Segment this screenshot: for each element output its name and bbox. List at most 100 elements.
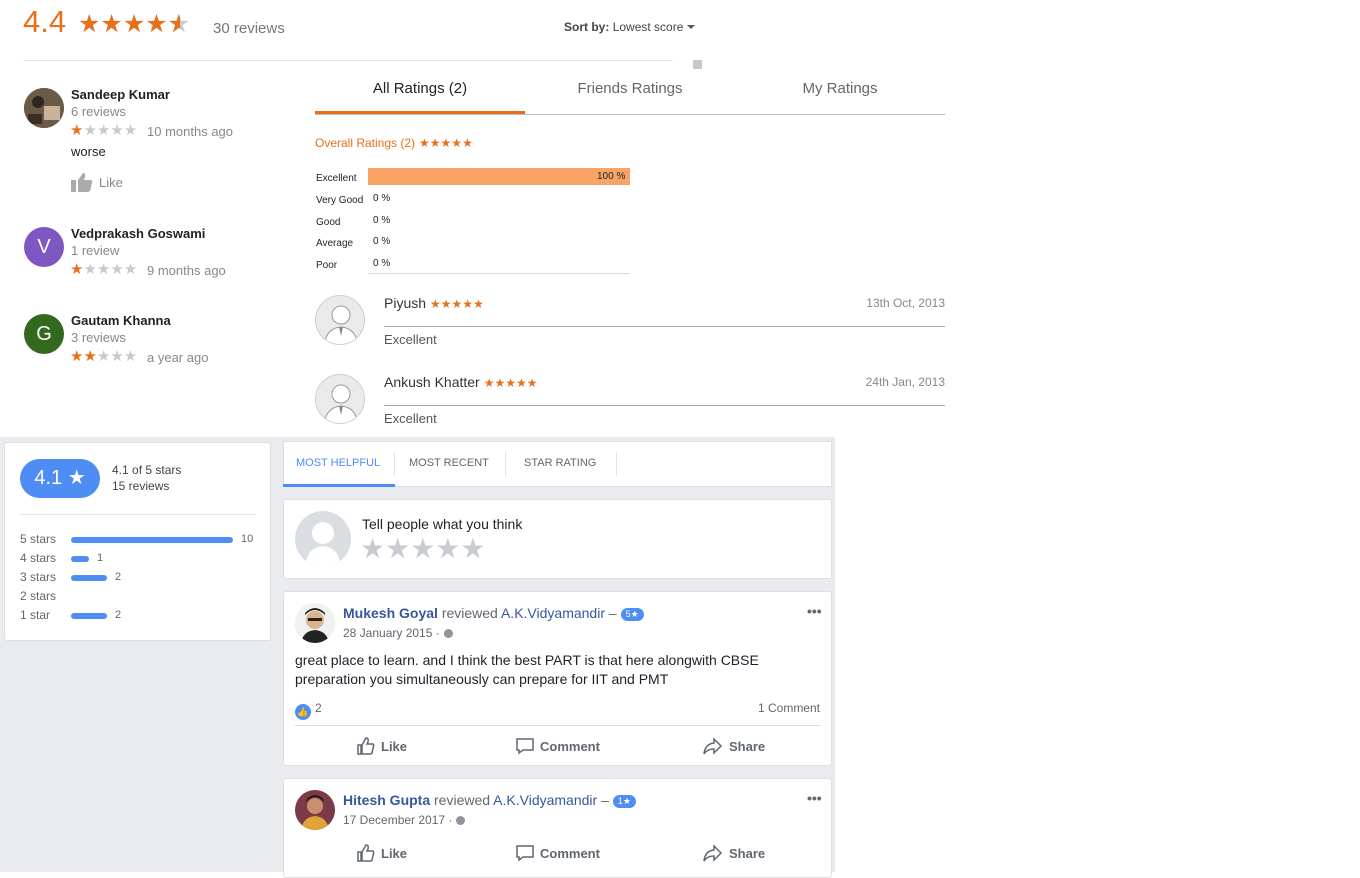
dist-value: 0 % bbox=[373, 193, 391, 204]
post-body: great place to learn. and I think the be… bbox=[295, 652, 759, 687]
more-options-icon[interactable]: ••• bbox=[807, 790, 822, 806]
dist-value: 0 % bbox=[373, 258, 391, 269]
tab-my-ratings[interactable]: My Ratings bbox=[735, 80, 945, 97]
star-row-count: 2 bbox=[115, 609, 122, 621]
dist-value: 0 % bbox=[373, 215, 391, 226]
user-silhouette-icon bbox=[305, 522, 341, 567]
scroll-handle[interactable] bbox=[693, 60, 702, 69]
avatar[interactable] bbox=[315, 295, 365, 345]
share-icon bbox=[703, 844, 723, 862]
poster-name[interactable]: Mukesh Goyal bbox=[343, 605, 438, 621]
review-time: 9 months ago bbox=[147, 263, 226, 278]
reviewer-name[interactable]: Vedprakash Goswami bbox=[71, 226, 205, 241]
comment-button[interactable]: Comment bbox=[516, 737, 600, 755]
review-stars: ★★★★★ bbox=[70, 348, 138, 365]
dist-value: 0 % bbox=[373, 236, 391, 247]
share-label: Share bbox=[729, 846, 766, 861]
tab-all-ratings[interactable]: All Ratings (2) bbox=[315, 80, 525, 97]
share-button[interactable]: Share bbox=[703, 737, 765, 755]
divider bbox=[384, 326, 945, 327]
review-date: 13th Oct, 2013 bbox=[866, 296, 945, 310]
avatar[interactable] bbox=[24, 88, 64, 128]
rating-pill: 4.1 ★ bbox=[20, 459, 100, 498]
rating-count[interactable]: 15 reviews bbox=[112, 479, 169, 493]
post-dash: – bbox=[608, 605, 617, 621]
reviewer-name[interactable]: Ankush Khatter ★★★★★ bbox=[384, 374, 538, 390]
like-label: Like bbox=[381, 739, 408, 754]
star-row-label: 5 stars bbox=[20, 532, 57, 546]
review-text: worse bbox=[71, 144, 106, 159]
reviewer-name-text: Ankush Khatter bbox=[384, 374, 480, 390]
page-link[interactable]: A.K.Vidyamandir bbox=[493, 792, 597, 808]
avatar[interactable] bbox=[295, 603, 335, 643]
avatar[interactable] bbox=[315, 374, 365, 424]
star-rating-input[interactable]: ★★★★★ bbox=[360, 532, 486, 565]
review-stars: ★★★★★ bbox=[70, 122, 138, 139]
overall-stars: ★★★★★ ★ bbox=[78, 10, 191, 38]
post-date[interactable]: 28 January 2015 · bbox=[343, 626, 453, 640]
star-row-bar bbox=[71, 613, 107, 619]
dist-label: Poor bbox=[316, 260, 338, 271]
sort-label: Sort by: bbox=[564, 20, 610, 34]
write-review-prompt[interactable]: Tell people what you think bbox=[362, 516, 522, 532]
tab-friends-ratings[interactable]: Friends Ratings bbox=[525, 80, 735, 97]
page-link[interactable]: A.K.Vidyamandir bbox=[501, 605, 605, 621]
tab-most-recent[interactable]: MOST RECENT bbox=[409, 457, 489, 469]
tab-separator bbox=[394, 452, 395, 476]
comment-label: Comment bbox=[540, 846, 600, 861]
dist-label: Excellent bbox=[316, 173, 357, 184]
star-row-bar bbox=[71, 537, 233, 543]
comment-count[interactable]: 1 Comment bbox=[758, 701, 820, 715]
overall-ratings: Overall Ratings (2) ★★★★★ bbox=[315, 136, 473, 150]
avatar[interactable]: V bbox=[24, 227, 64, 267]
like-button[interactable]: Like bbox=[357, 737, 407, 755]
tab-most-helpful[interactable]: MOST HELPFUL bbox=[296, 457, 380, 469]
review-stars: ★★★★★ bbox=[483, 376, 538, 390]
excellent-bar bbox=[368, 168, 630, 185]
comment-button[interactable]: Comment bbox=[516, 844, 600, 862]
tab-star-rating[interactable]: STAR RATING bbox=[524, 457, 596, 469]
review-time: a year ago bbox=[147, 350, 209, 365]
more-options-icon[interactable]: ••• bbox=[807, 603, 822, 619]
globe-icon bbox=[443, 629, 453, 638]
poster-name[interactable]: Hitesh Gupta bbox=[343, 792, 430, 808]
sort-value: Lowest score bbox=[612, 20, 684, 34]
chevron-down-icon bbox=[687, 25, 696, 29]
user-placeholder-icon bbox=[323, 384, 359, 423]
like-button[interactable]: Like bbox=[357, 844, 407, 862]
reviewer-name[interactable]: Gautam Khanna bbox=[71, 313, 171, 328]
divider bbox=[384, 405, 945, 406]
post-verb: reviewed bbox=[434, 792, 491, 808]
reviewer-name[interactable]: Sandeep Kumar bbox=[71, 87, 170, 102]
rating-badge: 5★ bbox=[620, 608, 644, 621]
tabs-divider bbox=[315, 114, 945, 115]
avatar[interactable]: G bbox=[24, 314, 64, 354]
reviewer-review-count: 3 reviews bbox=[71, 330, 126, 345]
like-reaction-icon: 👍 bbox=[295, 704, 311, 720]
review-count[interactable]: 30 reviews bbox=[213, 20, 285, 37]
review-time: 10 months ago bbox=[147, 124, 234, 139]
thumbs-up-icon bbox=[357, 737, 375, 755]
review-date: 24th Jan, 2013 bbox=[865, 375, 945, 389]
avatar[interactable] bbox=[295, 790, 335, 830]
dist-label: Average bbox=[316, 238, 354, 249]
overall-ratings-stars: ★★★★★ bbox=[419, 136, 473, 150]
divider bbox=[23, 60, 673, 61]
like-button[interactable]: Like bbox=[71, 172, 123, 192]
post-date[interactable]: 17 December 2017 · bbox=[343, 813, 466, 827]
review-stars: ★★★★★ bbox=[430, 297, 484, 311]
sort-dropdown[interactable]: Sort by: Lowest score bbox=[564, 20, 696, 34]
reviewer-name[interactable]: Piyush ★★★★★ bbox=[384, 295, 484, 311]
overall-score: 4.4 bbox=[23, 4, 67, 39]
photo-avatar-icon bbox=[295, 790, 335, 830]
like-count[interactable]: 👍 2 bbox=[295, 701, 322, 720]
star-row-label: 1 star bbox=[20, 608, 51, 622]
dist-label: Good bbox=[316, 217, 341, 228]
like-count-value: 2 bbox=[315, 701, 322, 715]
review-stars: ★★★★★ bbox=[70, 261, 138, 278]
like-label: Like bbox=[99, 175, 123, 190]
tab-separator bbox=[616, 452, 617, 476]
active-tab-indicator bbox=[283, 484, 395, 487]
photo-avatar-icon bbox=[24, 88, 64, 128]
share-button[interactable]: Share bbox=[703, 844, 765, 862]
